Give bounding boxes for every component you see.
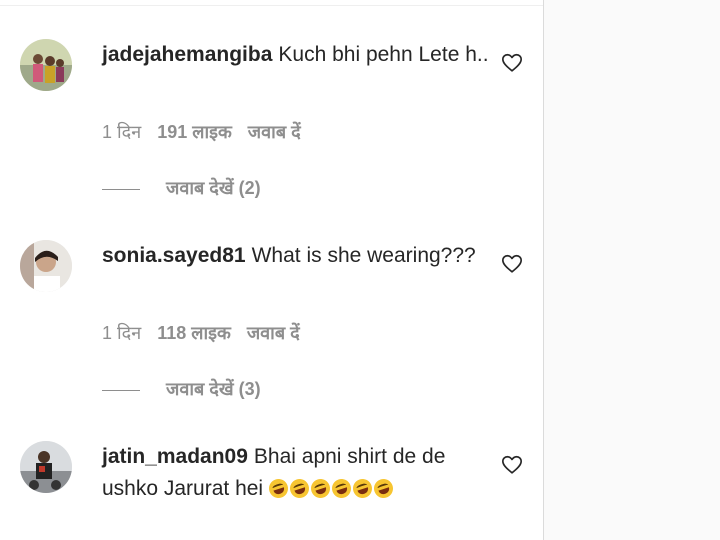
comment-username[interactable]: jadejahemangiba [102, 43, 272, 66]
laughing-emoji-icon [287, 476, 312, 501]
comment-text: jatin_madan09 Bhai apni shirt de de ushko… [102, 441, 494, 505]
view-replies-label: जवाब देखें (2) [166, 178, 261, 198]
comment-time[interactable]: 1 दिन [102, 322, 141, 344]
heart-outline-icon [502, 254, 522, 273]
replies-line [102, 389, 140, 391]
comment-meta: 1 दिन 191 लाइक जवाब दें [102, 121, 317, 143]
like-comment-button[interactable] [501, 52, 525, 76]
comments-panel: jadejahemangiba Kuch bhi pehn Lete h.. 1 … [0, 0, 543, 540]
top-divider [0, 5, 543, 6]
avatar[interactable] [20, 441, 72, 493]
comment-username[interactable]: jatin_madan09 [102, 445, 248, 468]
comment-username[interactable]: sonia.sayed81 [102, 244, 246, 267]
view-replies-button[interactable]: जवाब देखें (2) [102, 177, 261, 199]
laughing-emoji-icon [266, 476, 291, 501]
view-replies-button[interactable]: जवाब देखें (3) [102, 378, 261, 400]
like-comment-button[interactable] [501, 454, 525, 478]
laughing-emoji-icon [350, 476, 375, 501]
heart-outline-icon [502, 455, 522, 474]
laughing-emoji-icon [308, 476, 333, 501]
comment-likes[interactable]: 118 लाइक [157, 322, 231, 344]
heart-outline-icon [502, 53, 522, 72]
comment-text: sonia.sayed81 What is she wearing??? [102, 240, 494, 272]
reply-button[interactable]: जवाब दें [247, 322, 300, 344]
like-comment-button[interactable] [501, 253, 525, 277]
laughing-emoji-icon [371, 476, 396, 501]
laughing-emoji-icon [329, 476, 354, 501]
right-sidebar [544, 0, 720, 540]
avatar[interactable] [20, 39, 72, 91]
comment-text: jadejahemangiba Kuch bhi pehn Lete h.. [102, 39, 494, 71]
reply-button[interactable]: जवाब दें [248, 121, 301, 143]
comment-time[interactable]: 1 दिन [102, 121, 141, 143]
replies-line [102, 188, 140, 190]
emoji-group [266, 476, 396, 501]
avatar[interactable] [20, 240, 72, 292]
view-replies-label: जवाब देखें (3) [166, 379, 261, 399]
comment-meta: 1 दिन 118 लाइक जवाब दें [102, 322, 316, 344]
comment-body: What is she wearing??? [251, 244, 476, 267]
comment-body: Kuch bhi pehn Lete h.. [278, 43, 489, 66]
comment-likes[interactable]: 191 लाइक [157, 121, 232, 143]
